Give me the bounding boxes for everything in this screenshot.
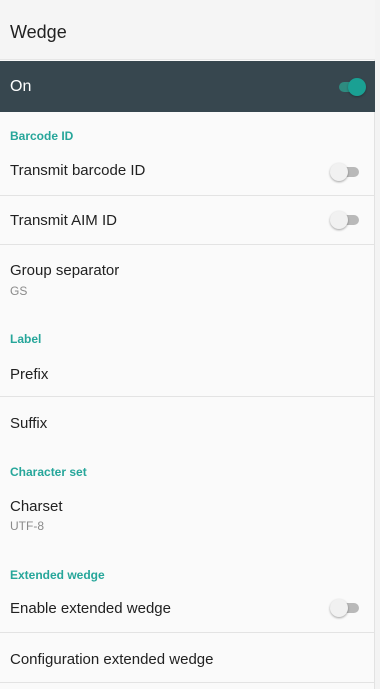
section-header-character-set: Character set [10, 465, 87, 479]
setting-title: Group separator [10, 262, 120, 279]
section-header-barcode-id: Barcode ID [10, 129, 74, 143]
master-switch-label: On [10, 78, 32, 95]
setting-title: Transmit barcode ID [10, 162, 146, 179]
master-switch-toggle[interactable] [336, 77, 366, 97]
toggle-thumb [330, 211, 348, 229]
setting-title: Charset [10, 498, 63, 515]
divider [0, 682, 375, 683]
page-title: Wedge [10, 22, 67, 42]
toggle-thumb [330, 599, 348, 617]
setting-prefix[interactable]: Prefix [0, 349, 375, 397]
setting-title: Transmit AIM ID [10, 212, 117, 229]
transmit-barcode-id-toggle[interactable] [330, 162, 360, 182]
transmit-aim-id-toggle[interactable] [330, 210, 360, 230]
setting-value: UTF-8 [10, 519, 44, 533]
setting-group-separator[interactable]: Group separator GS [0, 245, 375, 309]
section-header-label: Label [10, 332, 42, 346]
toggle-thumb [330, 163, 348, 181]
setting-transmit-aim-id[interactable]: Transmit AIM ID [0, 196, 375, 244]
master-switch-bar[interactable]: On [0, 61, 375, 112]
section-header-extended-wedge: Extended wedge [10, 568, 105, 582]
settings-page: Wedge On Barcode ID Transmit barcode ID … [0, 0, 375, 689]
setting-charset[interactable]: Charset UTF-8 [0, 482, 375, 546]
setting-title: Configuration extended wedge [10, 651, 214, 668]
setting-configuration-extended-wedge[interactable]: Configuration extended wedge [0, 633, 375, 681]
setting-title: Prefix [10, 366, 49, 383]
setting-suffix[interactable]: Suffix [0, 397, 375, 445]
setting-value: GS [10, 284, 28, 298]
setting-title: Enable extended wedge [10, 600, 171, 617]
enable-extended-wedge-toggle[interactable] [330, 598, 360, 618]
toggle-thumb [348, 78, 366, 96]
setting-transmit-barcode-id[interactable]: Transmit barcode ID [0, 146, 375, 194]
app-bar: Wedge [0, 0, 375, 60]
setting-title: Suffix [10, 415, 48, 432]
setting-enable-extended-wedge[interactable]: Enable extended wedge [0, 584, 375, 632]
